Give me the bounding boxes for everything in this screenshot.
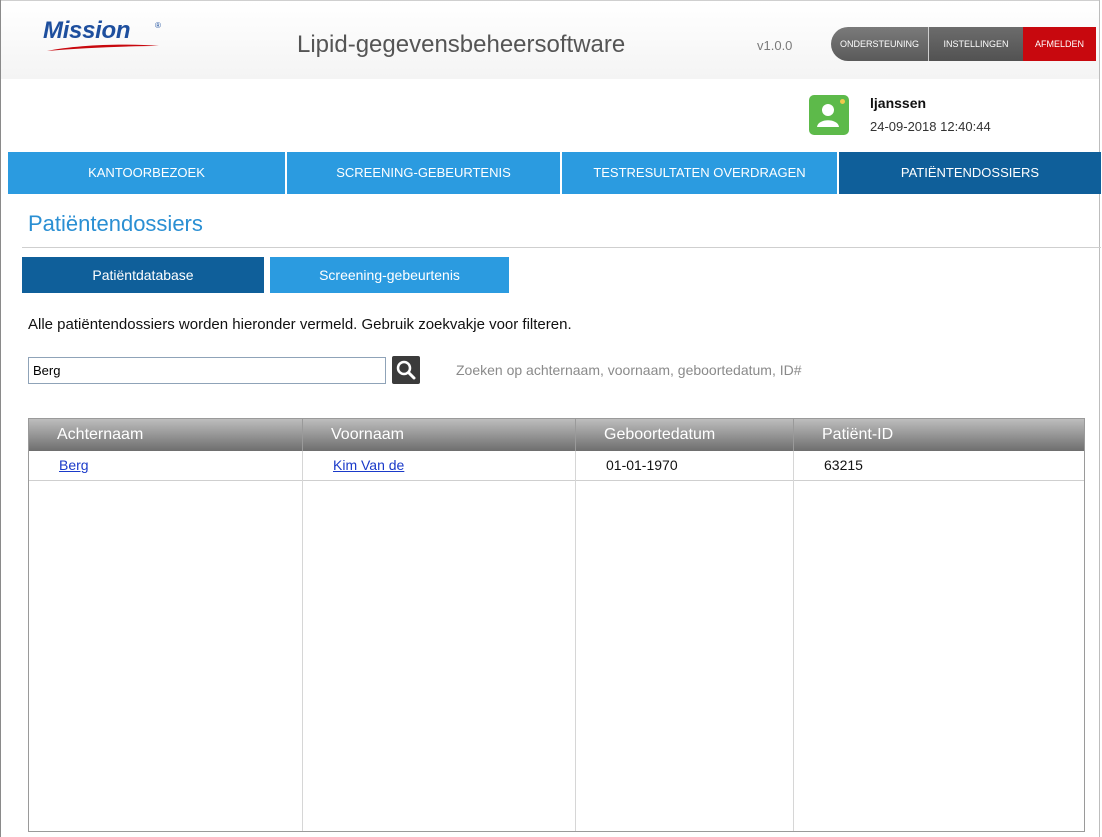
column-header-voornaam[interactable]: Voornaam (303, 419, 576, 451)
column-divider (793, 451, 794, 831)
nav-tab-patientendossiers[interactable]: PATIËNTENDOSSIERS (839, 152, 1101, 194)
top-button-group: ONDERSTEUNING INSTELLINGEN AFMELDEN (831, 27, 1096, 61)
status-dot-icon (840, 99, 845, 104)
logo-registered-mark: ® (155, 21, 161, 30)
column-divider (575, 451, 576, 831)
logout-button[interactable]: AFMELDEN (1023, 27, 1096, 61)
cell-patient-id: 63215 (824, 457, 863, 473)
user-avatar-icon (809, 95, 849, 135)
column-header-geboortedatum[interactable]: Geboortedatum (576, 419, 794, 451)
nav-tab-testresultaten-overdragen[interactable]: TESTRESULTATEN OVERDRAGEN (562, 152, 839, 194)
patient-table: Achternaam Voornaam Geboortedatum Patiën… (28, 418, 1085, 832)
app-window: Mission ® Lipid-gegevensbeheersoftware v… (0, 0, 1101, 837)
subtab-bar: Patiëntdatabase Screening-gebeurtenis (22, 257, 509, 293)
table-header: Achternaam Voornaam Geboortedatum Patiën… (29, 419, 1084, 451)
nav-tab-kantoorbezoek[interactable]: KANTOORBEZOEK (8, 152, 287, 194)
page-description: Alle patiëntendossiers worden hieronder … (28, 316, 572, 333)
settings-button[interactable]: INSTELLINGEN (929, 27, 1023, 61)
support-button[interactable]: ONDERSTEUNING (831, 27, 929, 61)
column-divider (302, 451, 303, 831)
nav-tab-screening-gebeurtenis[interactable]: SCREENING-GEBEURTENIS (287, 152, 562, 194)
logo-swoosh-icon (47, 44, 159, 51)
main-nav: KANTOORBEZOEK SCREENING-GEBEURTENIS TEST… (8, 152, 1101, 194)
logo-text: Mission (43, 17, 131, 44)
username: ljanssen (870, 95, 927, 111)
current-datetime: 24-09-2018 12:40:44 (870, 119, 991, 134)
user-info-area: ljanssen 24-09-2018 12:40:44 (1, 79, 1099, 153)
cell-geboortedatum: 01-01-1970 (576, 451, 794, 480)
column-header-patient-id[interactable]: Patiënt-ID (794, 419, 1084, 451)
subtab-screening-gebeurtenis[interactable]: Screening-gebeurtenis (270, 257, 509, 293)
search-hint: Zoeken op achternaam, voornaam, geboorte… (456, 362, 802, 378)
version-label: v1.0.0 (757, 38, 793, 53)
subtab-patientdatabase[interactable]: Patiëntdatabase (22, 257, 264, 293)
cell-voornaam-link[interactable]: Kim Van de (303, 451, 576, 480)
search-icon (396, 360, 416, 380)
search-button[interactable] (392, 356, 420, 384)
mission-logo: Mission ® (43, 17, 173, 61)
app-title: Lipid-gegevensbeheersoftware (297, 31, 626, 58)
search-input[interactable] (28, 357, 386, 384)
table-row[interactable]: Berg Kim Van de 01-01-1970 63215 (29, 451, 1084, 481)
app-header: Mission ® Lipid-gegevensbeheersoftware v… (1, 0, 1099, 79)
page-title: Patiëntendossiers (28, 211, 203, 236)
title-divider (22, 247, 1101, 248)
cell-achternaam-link[interactable]: Berg (29, 451, 303, 480)
column-header-achternaam[interactable]: Achternaam (29, 419, 303, 451)
